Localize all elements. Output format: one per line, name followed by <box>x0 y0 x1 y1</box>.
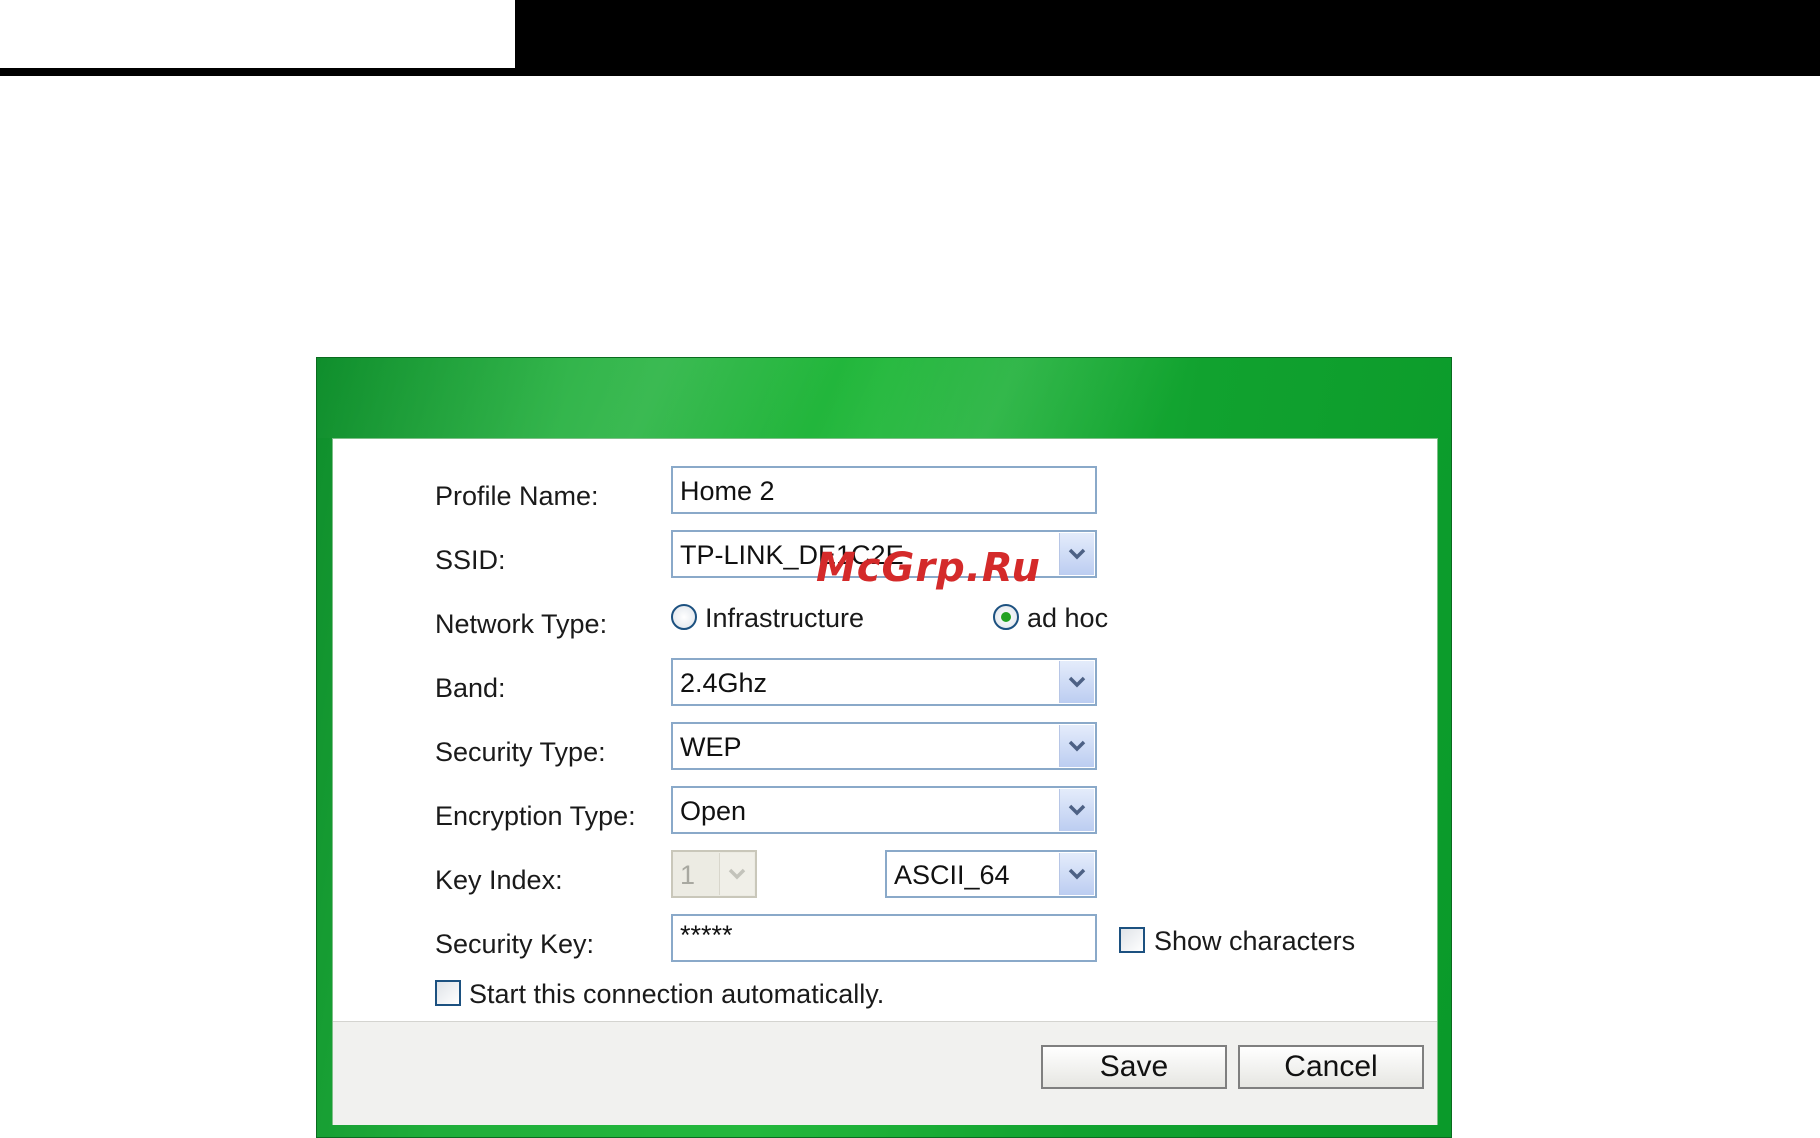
profile-name-value: Home 2 <box>680 476 775 506</box>
infrastructure-radio-label[interactable]: Infrastructure <box>705 603 864 634</box>
auto-connect-checkbox[interactable] <box>435 980 461 1006</box>
security-type-value: WEP <box>680 732 742 762</box>
top-bar <box>0 0 1820 76</box>
chevron-down-icon <box>728 868 746 880</box>
key-index-label: Key Index: <box>435 865 563 895</box>
ad-hoc-radio[interactable] <box>993 604 1019 630</box>
profile-name-label: Profile Name: <box>435 481 599 511</box>
encryption-type-value: Open <box>680 796 747 826</box>
key-format-value: ASCII_64 <box>894 860 1010 890</box>
show-characters-label[interactable]: Show characters <box>1154 926 1355 957</box>
dialog-header <box>317 358 1451 438</box>
chevron-down-icon <box>1068 676 1086 688</box>
security-key-value: ***** <box>680 920 733 950</box>
security-type-select[interactable]: WEP <box>671 722 1097 770</box>
key-index-value: 1 <box>680 860 696 890</box>
top-bar-blank <box>0 0 515 68</box>
security-type-dropdown-button[interactable] <box>1059 725 1094 767</box>
encryption-type-select[interactable]: Open <box>671 786 1097 834</box>
chevron-down-icon <box>1068 740 1086 752</box>
band-label: Band: <box>435 673 506 703</box>
top-bar-black <box>515 0 1820 76</box>
cancel-button[interactable]: Cancel <box>1238 1045 1424 1089</box>
radio-selected-dot <box>1001 612 1011 622</box>
show-characters-checkbox[interactable] <box>1119 927 1145 953</box>
key-format-dropdown-button[interactable] <box>1059 853 1094 895</box>
chevron-down-icon <box>1068 804 1086 816</box>
key-format-select[interactable]: ASCII_64 <box>885 850 1097 898</box>
chevron-down-icon <box>1068 548 1086 560</box>
profile-form-panel: Profile Name: Home 2 SSID: TP-LINK_DE1C2… <box>332 438 1438 1125</box>
key-index-dropdown-button[interactable] <box>719 853 754 895</box>
watermark-text: McGrp.Ru <box>816 545 1041 591</box>
encryption-type-label: Encryption Type: <box>435 801 636 831</box>
ssid-label: SSID: <box>435 545 506 575</box>
save-button[interactable]: Save <box>1041 1045 1227 1089</box>
infrastructure-radio[interactable] <box>671 604 697 630</box>
security-type-label: Security Type: <box>435 737 606 767</box>
encryption-type-dropdown-button[interactable] <box>1059 789 1094 831</box>
ssid-dropdown-button[interactable] <box>1059 533 1094 575</box>
band-dropdown-button[interactable] <box>1059 661 1094 703</box>
top-bar-underline <box>0 68 515 76</box>
profile-name-input[interactable]: Home 2 <box>671 466 1097 514</box>
security-key-input[interactable]: ***** <box>671 914 1097 962</box>
auto-connect-label[interactable]: Start this connection automatically. <box>469 979 884 1010</box>
security-key-label: Security Key: <box>435 929 595 959</box>
profile-dialog: Profile Name: Home 2 SSID: TP-LINK_DE1C2… <box>316 357 1452 1138</box>
key-index-select[interactable]: 1 <box>671 850 757 898</box>
band-select[interactable]: 2.4Ghz <box>671 658 1097 706</box>
chevron-down-icon <box>1068 868 1086 880</box>
ad-hoc-radio-label[interactable]: ad hoc <box>1027 603 1108 634</box>
band-value: 2.4Ghz <box>680 668 768 698</box>
network-type-label: Network Type: <box>435 609 608 639</box>
